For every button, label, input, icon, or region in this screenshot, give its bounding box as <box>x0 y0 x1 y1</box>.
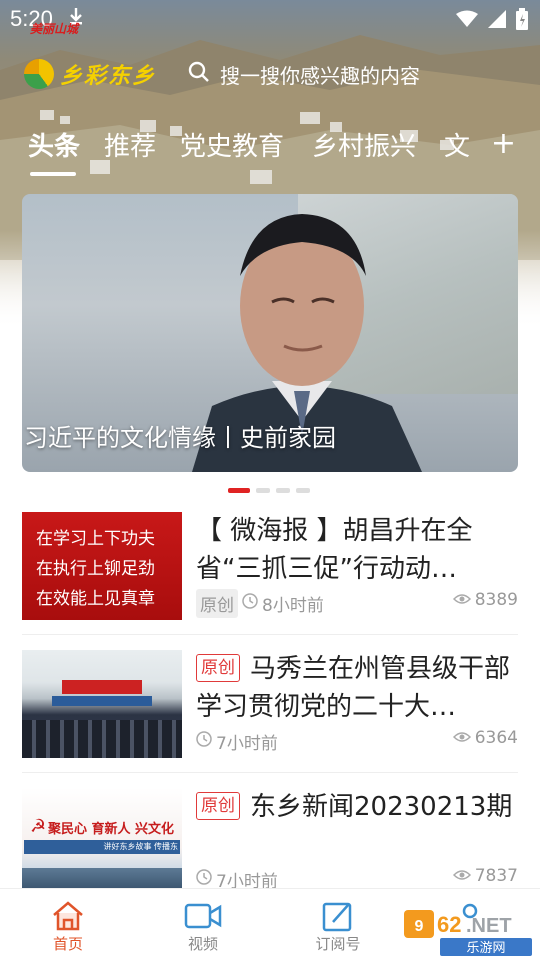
nav-subscribe[interactable]: 订阅号 <box>288 899 388 954</box>
news-title: 原创 东乡新闻20230213期 <box>196 788 518 826</box>
news-time: 8小时前 <box>262 595 324 616</box>
carousel-indicator <box>228 488 310 493</box>
clock-icon <box>196 868 212 890</box>
news-item[interactable]: 在学习上下功夫 在执行上铆足劲 在效能上见真章 【 微海报 】胡昌升在全省“三抓… <box>22 512 518 632</box>
search-icon <box>188 61 210 88</box>
news-meta: 原创 8小时前 8389 <box>196 588 518 618</box>
subscribe-icon <box>288 899 388 933</box>
divider <box>22 634 518 635</box>
nav-home[interactable]: 首页 <box>18 899 118 954</box>
tab-recommend[interactable]: 推荐 <box>104 126 156 163</box>
tab-culture[interactable]: 文 <box>444 126 470 163</box>
view-count: 6364 <box>452 728 518 748</box>
nav-label: 首页 <box>52 935 83 953</box>
clock-icon <box>242 592 258 614</box>
logo-icon <box>24 59 54 89</box>
app-logo[interactable]: 乡彩东乡 <box>24 58 156 90</box>
original-badge: 原创 <box>196 792 240 820</box>
eye-icon <box>452 590 471 610</box>
eye-icon <box>452 728 471 748</box>
original-badge: 原创 <box>196 588 238 618</box>
site-watermark: 9 62 .NET 乐游网 <box>404 908 534 958</box>
logo-text: 乡彩东乡 <box>60 63 157 89</box>
news-item[interactable]: 原创 马秀兰在州管县级干部学习贯彻党的二十大… 7小时前 6364 <box>22 650 518 770</box>
thumbnail-line: 在学习上下功夫 <box>36 529 155 549</box>
add-tab-button[interactable]: + <box>491 126 516 161</box>
view-number: 7837 <box>474 866 518 886</box>
news-thumbnail: 在学习上下功夫 在执行上铆足劲 在效能上见真章 <box>22 512 182 620</box>
svg-text:.NET: .NET <box>466 915 512 937</box>
home-icon <box>18 899 118 933</box>
news-title-text: 马秀兰在州管县级干部学习贯彻党的二十大… <box>196 654 511 722</box>
wifi-icon <box>456 10 478 32</box>
tab-rural-revival[interactable]: 乡村振兴 <box>312 126 416 163</box>
news-thumbnail <box>22 650 182 758</box>
tab-headlines[interactable]: 头条 <box>28 126 80 163</box>
news-title-text: 东乡新闻20230213期 <box>250 792 513 822</box>
view-count: 8389 <box>452 590 518 610</box>
video-icon <box>153 899 253 933</box>
nav-video[interactable]: 视频 <box>153 899 253 954</box>
thumbnail-slogan: 聚民心 育新人 兴文化 <box>48 822 175 837</box>
nav-label: 订阅号 <box>315 935 361 953</box>
search-placeholder: 搜一搜你感兴趣的内容 <box>220 64 420 88</box>
divider <box>22 772 518 773</box>
original-badge: 原创 <box>196 654 240 682</box>
category-tabs: 头条 推荐 党史教育 乡村振兴 文 <box>0 126 540 176</box>
carousel-dot <box>276 488 290 493</box>
svg-text:乐游网: 乐游网 <box>466 941 505 956</box>
view-number: 8389 <box>474 590 518 610</box>
news-time: 7小时前 <box>216 733 278 754</box>
carousel-dot <box>228 488 250 493</box>
top-brand-text: 美丽山城 <box>30 22 79 36</box>
thumbnail-subline: 讲好东乡故事 传播东 <box>24 840 180 854</box>
banner-caption: 习近平的文化情缘丨史前家园 <box>24 424 336 452</box>
eye-icon <box>452 866 471 886</box>
news-title: 原创 马秀兰在州管县级干部学习贯彻党的二十大… <box>196 650 518 726</box>
carousel-dot <box>256 488 270 493</box>
search-bar[interactable]: 搜一搜你感兴趣的内容 <box>188 60 420 89</box>
news-thumbnail: ☭ 聚民心 育新人 兴文化 讲好东乡故事 传播东 <box>22 788 182 896</box>
tab-party-history[interactable]: 党史教育 <box>180 126 284 163</box>
status-bar: 5:20 <box>0 0 540 36</box>
view-number: 6364 <box>474 728 518 748</box>
nav-label: 视频 <box>187 935 218 953</box>
carousel-dot <box>296 488 310 493</box>
thumbnail-line: 在效能上见真章 <box>36 589 155 609</box>
thumbnail-line: 在执行上铆足劲 <box>36 559 155 579</box>
clock-icon <box>196 730 212 752</box>
svg-text:62: 62 <box>437 912 461 937</box>
svg-text:9: 9 <box>415 918 424 935</box>
news-title: 【 微海报 】胡昌升在全省“三抓三促”行动动… <box>196 516 473 584</box>
active-tab-indicator <box>30 172 76 176</box>
news-meta: 7小时前 6364 <box>196 728 518 754</box>
signal-icon <box>488 10 506 32</box>
battery-icon <box>516 8 528 34</box>
party-emblem-icon: ☭ <box>30 816 47 837</box>
view-count: 7837 <box>452 866 518 886</box>
